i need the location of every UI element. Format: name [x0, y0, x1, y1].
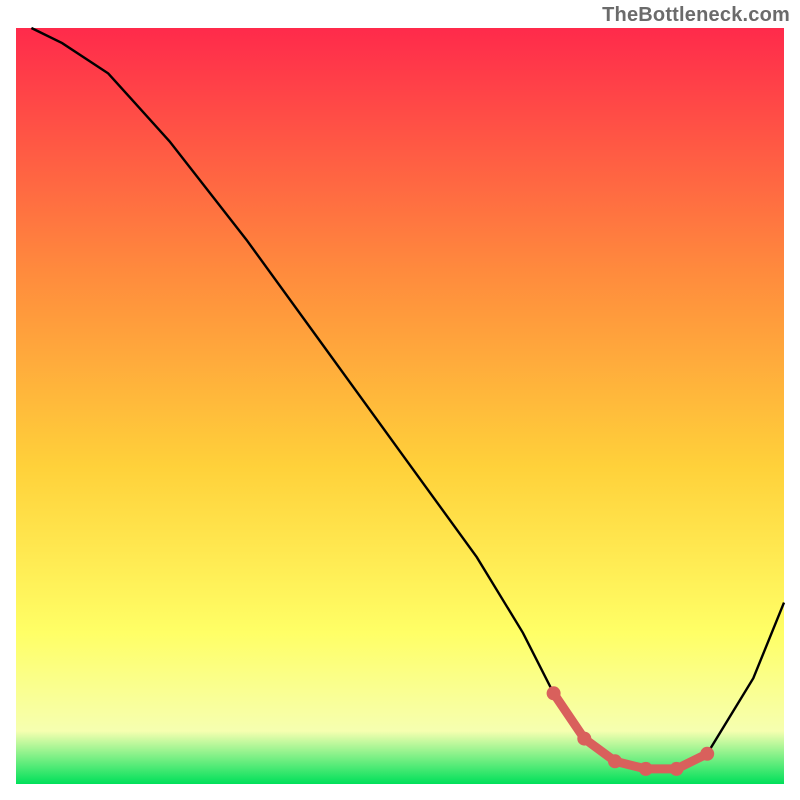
highlight-dot	[577, 732, 591, 746]
highlight-dot	[700, 747, 714, 761]
highlight-dot	[608, 754, 622, 768]
bottleneck-plot	[0, 0, 800, 800]
highlight-dot	[639, 762, 653, 776]
highlight-dot	[670, 762, 684, 776]
highlight-dot	[547, 686, 561, 700]
gradient-background	[16, 28, 784, 784]
watermark-text: TheBottleneck.com	[602, 4, 790, 27]
chart-stage: TheBottleneck.com	[0, 0, 800, 800]
